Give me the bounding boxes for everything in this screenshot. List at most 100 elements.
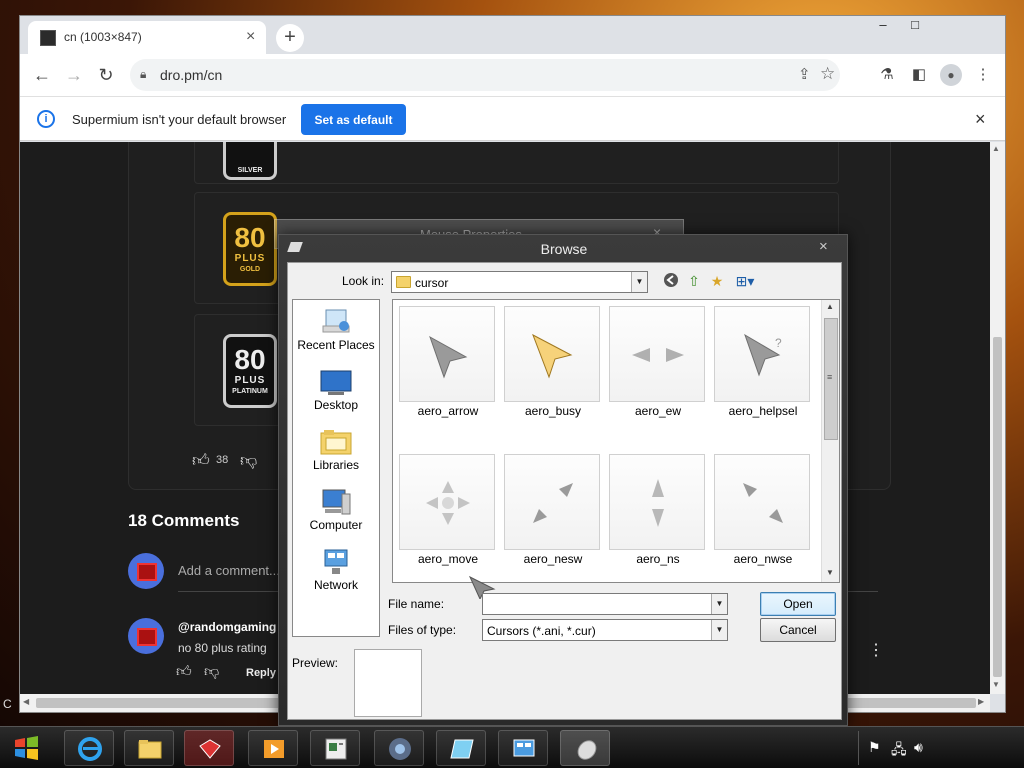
- scroll-down-arrow-icon[interactable]: ▼: [826, 568, 834, 577]
- place-libraries[interactable]: Libraries: [293, 426, 379, 486]
- like-count: 38: [216, 454, 229, 466]
- side-panel-icon[interactable]: ◧: [908, 64, 930, 86]
- infobar-close-button[interactable]: ×: [975, 109, 986, 130]
- taskbar-media-player[interactable]: [248, 730, 298, 766]
- lab-flask-icon[interactable]: ⚗: [876, 64, 898, 86]
- taskbar-file-explorer[interactable]: [124, 730, 174, 766]
- file-name: aero_helpsel: [728, 404, 798, 418]
- active-tab[interactable]: cn (1003×847) ×: [28, 21, 266, 54]
- add-comment-input[interactable]: Add a comment...: [178, 563, 280, 578]
- file-item-aero-busy[interactable]: aero_busy: [502, 304, 600, 424]
- folder-icon: [396, 276, 411, 288]
- tab-title: cn (1003×847): [64, 30, 142, 44]
- file-list: aero_arrow aero_busy aero_ew ? aero_help…: [392, 299, 840, 583]
- chevron-down-icon[interactable]: ▼: [711, 594, 727, 614]
- dialog-close-button[interactable]: ×: [819, 238, 828, 255]
- file-item-aero-ns[interactable]: aero_ns: [607, 452, 705, 572]
- taskbar-mouse-settings[interactable]: [560, 730, 610, 766]
- window-maximize-button[interactable]: □: [900, 16, 930, 36]
- chevron-down-icon[interactable]: ▼: [711, 620, 727, 640]
- taskbar-photo-app[interactable]: [436, 730, 486, 766]
- comments-title: 18 Comments: [128, 511, 240, 530]
- place-label: Network: [313, 578, 358, 592]
- window-minimize-button[interactable]: –: [868, 16, 898, 36]
- place-recent-places[interactable]: Recent Places: [293, 306, 379, 366]
- taskbar-control-panel[interactable]: [498, 730, 548, 766]
- background-window-edge-text: C: [3, 697, 12, 711]
- back-arrow-icon[interactable]: ←: [30, 63, 54, 87]
- back-icon[interactable]: [661, 271, 681, 291]
- star-icon[interactable]: ☆: [820, 64, 835, 84]
- up-folder-icon[interactable]: ⇧: [684, 271, 704, 291]
- reply-button[interactable]: Reply: [246, 667, 276, 679]
- document-viewer-icon: [325, 738, 347, 760]
- photo-app-icon: [450, 739, 474, 759]
- file-name: aero_nesw: [523, 552, 583, 566]
- new-folder-icon[interactable]: ★: [707, 271, 727, 291]
- scroll-left-arrow-icon[interactable]: ◀: [23, 697, 29, 706]
- default-browser-infobar: i Supermium isn't your default browser S…: [20, 96, 1005, 141]
- network-icon[interactable]: 🖧︎: [891, 739, 907, 763]
- files-of-type-value: Cursors (*.ani, *.cur): [487, 624, 596, 638]
- volume-icon[interactable]: 🔊︎: [914, 739, 923, 756]
- set-as-default-button[interactable]: Set as default: [301, 104, 406, 135]
- start-button[interactable]: [4, 730, 50, 766]
- taskbar-red-app[interactable]: [184, 730, 234, 766]
- cancel-button[interactable]: Cancel: [760, 618, 836, 642]
- file-item-aero-ew[interactable]: aero_ew: [607, 304, 705, 424]
- place-computer[interactable]: Computer: [293, 486, 379, 546]
- thumbs-up-icon[interactable]: 👍︎: [192, 450, 210, 471]
- view-menu-icon[interactable]: ⊞▾: [731, 271, 759, 291]
- flag-icon[interactable]: ⚑: [868, 739, 881, 756]
- comment-like-icon[interactable]: 👍︎: [176, 663, 192, 681]
- file-item-aero-helpsel[interactable]: ? aero_helpsel: [712, 304, 810, 424]
- profile-icon[interactable]: ●: [940, 64, 962, 86]
- place-network[interactable]: Network: [293, 546, 379, 606]
- scroll-down-arrow-icon[interactable]: ▼: [992, 680, 1000, 689]
- avatar: [128, 553, 164, 589]
- forward-arrow-icon[interactable]: →: [62, 63, 86, 87]
- menu-kebab-icon[interactable]: ⋮: [972, 64, 994, 86]
- taskbar-internet-explorer[interactable]: [64, 730, 114, 766]
- tab-favicon: [40, 30, 56, 46]
- page-vertical-scrollbar[interactable]: ▲ ▼: [990, 142, 1005, 694]
- scrollbar-thumb[interactable]: [993, 337, 1002, 677]
- thumbs-down-icon[interactable]: 👎︎: [240, 450, 257, 471]
- scroll-up-arrow-icon[interactable]: ▲: [826, 302, 834, 311]
- reload-icon[interactable]: ↻: [94, 63, 118, 87]
- comment-menu-icon[interactable]: ⋮: [868, 640, 884, 660]
- url-text[interactable]: dro.pm/cn: [160, 67, 222, 83]
- scroll-up-arrow-icon[interactable]: ▲: [992, 144, 1000, 153]
- address-bar[interactable]: 🔒︎ dro.pm/cn ⇪ ☆: [130, 59, 840, 91]
- files-of-type-select[interactable]: Cursors (*.ani, *.cur) ▼: [482, 619, 728, 641]
- share-icon[interactable]: ⇪: [798, 65, 811, 83]
- comment-text: no 80 plus rating: [178, 641, 267, 655]
- open-button[interactable]: Open: [760, 592, 836, 616]
- file-item-aero-nwse[interactable]: aero_nwse: [712, 452, 810, 572]
- taskbar: ⚑ 🖧︎ 🔊︎: [0, 726, 1024, 768]
- scrollbar-grip-icon: ≡: [827, 372, 833, 382]
- taskbar-document-viewer[interactable]: [310, 730, 360, 766]
- file-item-aero-arrow[interactable]: aero_arrow: [397, 304, 495, 424]
- network-icon: [320, 548, 352, 576]
- computer-icon: [320, 488, 352, 516]
- 80-plus-silver-badge: SILVER: [223, 142, 277, 180]
- infobar-message: Supermium isn't your default browser: [72, 112, 287, 127]
- file-item-aero-move[interactable]: aero_move: [397, 452, 495, 572]
- comment-author[interactable]: @randomgaming: [178, 620, 276, 634]
- file-name: aero_nwse: [733, 552, 793, 566]
- file-item-aero-nesw[interactable]: aero_nesw: [502, 452, 600, 572]
- file-list-scrollbar[interactable]: ▲ ≡ ▼: [821, 300, 839, 582]
- comment-dislike-icon[interactable]: 👎︎: [204, 663, 219, 681]
- look-in-combo[interactable]: cursor ▼: [391, 271, 648, 293]
- file-name-input[interactable]: ▼: [482, 593, 728, 615]
- scroll-right-arrow-icon[interactable]: ▶: [978, 697, 984, 706]
- browse-dialog: Browse × Look in: cursor ▼ ⇧ ★ ⊞▾ Recent…: [278, 234, 848, 726]
- lock-icon[interactable]: 🔒︎: [140, 67, 146, 82]
- tab-close-button[interactable]: ×: [246, 28, 255, 46]
- new-tab-button[interactable]: +: [276, 24, 304, 52]
- chevron-down-icon[interactable]: ▼: [631, 272, 647, 292]
- place-desktop[interactable]: Desktop: [293, 366, 379, 426]
- comment-avatar[interactable]: [128, 618, 164, 654]
- taskbar-browser[interactable]: [374, 730, 424, 766]
